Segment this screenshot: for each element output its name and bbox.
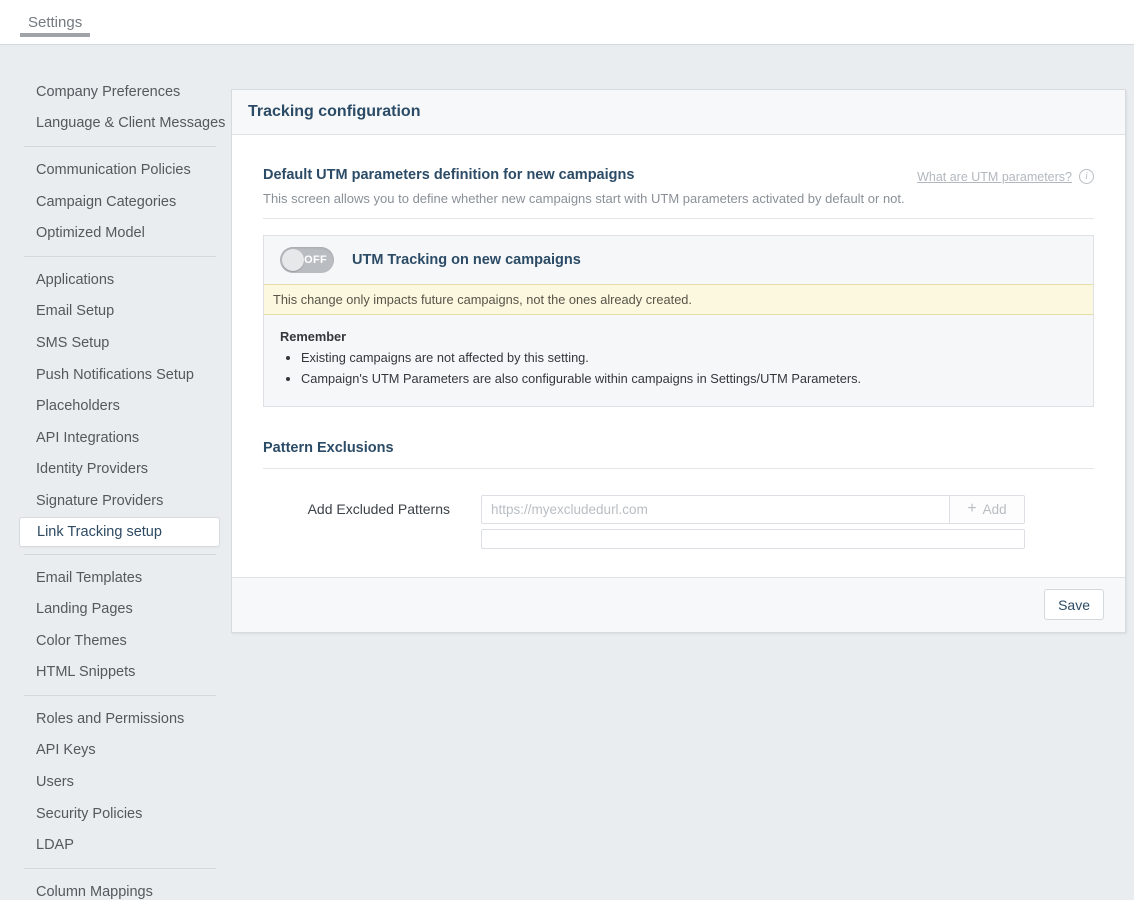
utm-help: What are UTM parameters? i bbox=[917, 167, 1094, 184]
settings-sidebar: Company Preferences Language & Client Mes… bbox=[19, 76, 225, 900]
add-pattern-button-label: Add bbox=[982, 501, 1007, 517]
sidebar-item-company-preferences[interactable]: Company Preferences bbox=[24, 76, 216, 108]
sidebar-item-html-snippets[interactable]: HTML Snippets bbox=[24, 657, 216, 689]
sidebar-divider bbox=[24, 695, 216, 697]
sidebar-item-optimized-model[interactable]: Optimized Model bbox=[24, 217, 216, 249]
sidebar-item-api-keys[interactable]: API Keys bbox=[24, 735, 216, 767]
sidebar-divider bbox=[24, 146, 216, 148]
utm-toggle-title: UTM Tracking on new campaigns bbox=[352, 252, 581, 268]
remember-list: Existing campaigns are not affected by t… bbox=[280, 347, 1077, 390]
sidebar-item-push-notifications-setup[interactable]: Push Notifications Setup bbox=[24, 359, 216, 391]
add-excluded-patterns-row: Add Excluded Patterns + Add bbox=[263, 494, 1094, 524]
panel-body: Default UTM parameters definition for ne… bbox=[232, 135, 1125, 577]
remember-block: Remember Existing campaigns are not affe… bbox=[264, 315, 1093, 406]
what-are-utm-parameters-link[interactable]: What are UTM parameters? bbox=[917, 170, 1072, 184]
utm-toggle-row: OFF UTM Tracking on new campaigns bbox=[264, 236, 1093, 284]
sidebar-divider bbox=[24, 553, 216, 555]
sidebar-divider bbox=[24, 255, 216, 257]
add-excluded-patterns-label: Add Excluded Patterns bbox=[307, 501, 450, 518]
excluded-pattern-input[interactable] bbox=[481, 494, 949, 524]
utm-toggle-card: OFF UTM Tracking on new campaigns This c… bbox=[263, 235, 1094, 407]
tab-active-underline bbox=[20, 33, 91, 37]
add-pattern-button[interactable]: + Add bbox=[949, 494, 1025, 524]
top-tab-bar: Settings bbox=[0, 0, 1134, 45]
pattern-exclusions-title: Pattern Exclusions bbox=[263, 439, 394, 456]
sidebar-item-campaign-categories[interactable]: Campaign Categories bbox=[24, 186, 216, 218]
page-body: Company Preferences Language & Client Mes… bbox=[0, 45, 1134, 900]
utm-section-title: Default UTM parameters definition for ne… bbox=[263, 167, 635, 183]
sidebar-item-language-client-messages[interactable]: Language & Client Messages bbox=[24, 108, 225, 140]
remember-title: Remember bbox=[280, 329, 347, 344]
panel-footer: Save bbox=[232, 576, 1125, 632]
sidebar-item-column-mappings[interactable]: Column Mappings bbox=[24, 876, 216, 900]
excluded-patterns-list[interactable] bbox=[481, 528, 1025, 549]
toggle-knob bbox=[282, 249, 304, 271]
sidebar-item-security-policies[interactable]: Security Policies bbox=[24, 798, 216, 830]
remember-item: Campaign's UTM Parameters are also confi… bbox=[301, 368, 1077, 389]
sidebar-item-placeholders[interactable]: Placeholders bbox=[24, 390, 216, 422]
info-icon[interactable]: i bbox=[1079, 169, 1094, 184]
sidebar-item-color-themes[interactable]: Color Themes bbox=[24, 625, 216, 657]
sidebar-item-identity-providers[interactable]: Identity Providers bbox=[24, 454, 216, 486]
section-divider bbox=[263, 218, 1094, 219]
sidebar-item-link-tracking-setup[interactable]: Link Tracking setup bbox=[19, 516, 220, 547]
panel-header: Tracking configuration bbox=[232, 90, 1125, 135]
tracking-configuration-panel: Tracking configuration Default UTM param… bbox=[231, 89, 1126, 633]
utm-section-heading-text: Default UTM parameters definition for ne… bbox=[263, 167, 905, 206]
utm-section-header: Default UTM parameters definition for ne… bbox=[263, 167, 1094, 206]
remember-item: Existing campaigns are not affected by t… bbox=[301, 347, 1077, 368]
sidebar-item-sms-setup[interactable]: SMS Setup bbox=[24, 327, 216, 359]
sidebar-item-users[interactable]: Users bbox=[24, 766, 216, 798]
page-title: Tracking configuration bbox=[248, 103, 421, 120]
sidebar-item-email-setup[interactable]: Email Setup bbox=[24, 296, 216, 328]
sidebar-item-email-templates[interactable]: Email Templates bbox=[24, 562, 216, 594]
tab-settings[interactable]: Settings bbox=[20, 0, 91, 45]
add-excluded-patterns-group: + Add bbox=[481, 494, 1025, 524]
sidebar-divider bbox=[24, 868, 216, 870]
sidebar-item-roles-and-permissions[interactable]: Roles and Permissions bbox=[24, 703, 216, 735]
utm-warning-banner: This change only impacts future campaign… bbox=[264, 284, 1093, 315]
utm-tracking-toggle[interactable]: OFF bbox=[280, 247, 334, 273]
tab-settings-label: Settings bbox=[28, 14, 83, 31]
sidebar-item-communication-policies[interactable]: Communication Policies bbox=[24, 154, 216, 186]
utm-section-subtitle: This screen allows you to define whether… bbox=[263, 191, 905, 206]
sidebar-item-applications[interactable]: Applications bbox=[24, 264, 216, 296]
toggle-state-label: OFF bbox=[304, 254, 327, 266]
sidebar-item-ldap[interactable]: LDAP bbox=[24, 829, 216, 861]
pattern-exclusions-divider bbox=[263, 467, 1094, 469]
save-button[interactable]: Save bbox=[1044, 589, 1104, 621]
plus-icon: + bbox=[967, 500, 977, 518]
sidebar-item-landing-pages[interactable]: Landing Pages bbox=[24, 593, 216, 625]
sidebar-item-api-integrations[interactable]: API Integrations bbox=[24, 422, 216, 454]
sidebar-item-signature-providers[interactable]: Signature Providers bbox=[24, 485, 216, 517]
